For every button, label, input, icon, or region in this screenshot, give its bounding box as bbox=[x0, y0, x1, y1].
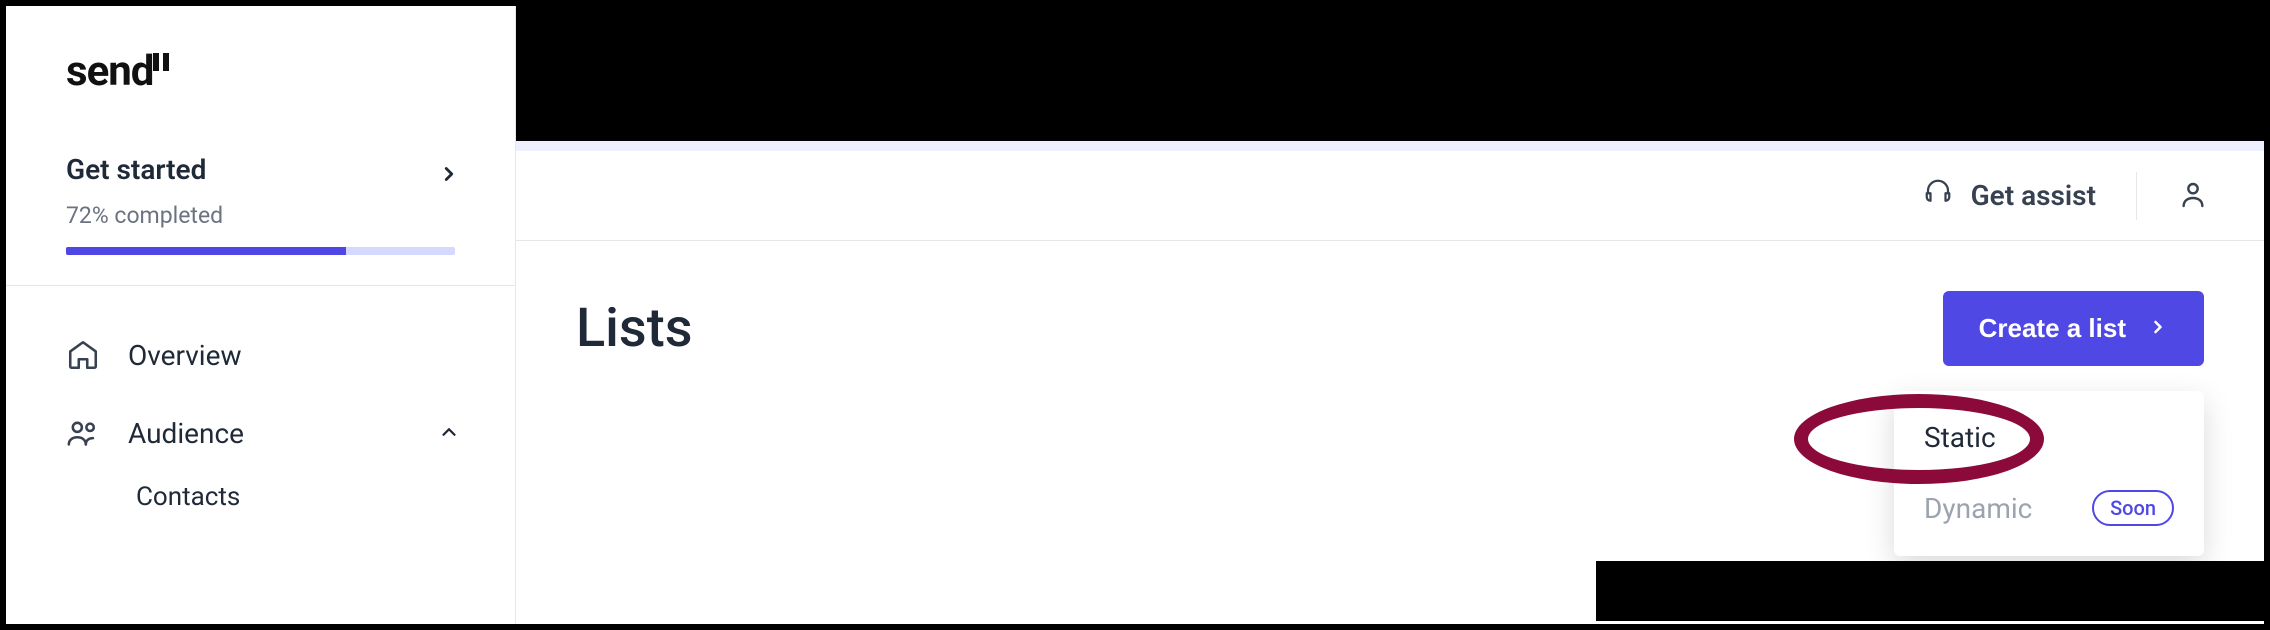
home-icon bbox=[66, 338, 100, 372]
user-avatar-button[interactable] bbox=[2177, 178, 2209, 214]
chevron-up-icon bbox=[438, 417, 460, 450]
get-started-title: Get started bbox=[66, 153, 455, 186]
dropdown-item-label: Static bbox=[1924, 421, 1996, 454]
create-list-button[interactable]: Create a list bbox=[1943, 291, 2204, 366]
sidebar-item-label: Overview bbox=[128, 339, 242, 372]
dropdown-item-label: Dynamic bbox=[1924, 492, 2032, 525]
user-icon bbox=[2177, 195, 2209, 214]
sidebar-item-label: Contacts bbox=[136, 482, 240, 512]
redaction-block bbox=[1596, 561, 2270, 621]
get-started-card[interactable]: Get started 72% completed bbox=[6, 123, 515, 286]
logo-ticks-icon bbox=[153, 53, 169, 71]
top-black-bar bbox=[511, 6, 2264, 141]
progress-fill bbox=[66, 247, 346, 255]
get-assist-button[interactable]: Get assist bbox=[1923, 177, 2096, 214]
accent-stripe bbox=[516, 141, 2264, 151]
dropdown-item-static[interactable]: Static bbox=[1894, 403, 2204, 472]
sidebar: send Get started 72% completed Overview … bbox=[6, 6, 516, 624]
sidebar-item-overview[interactable]: Overview bbox=[6, 316, 515, 394]
main: Get assist Lists Create a list Static Dy… bbox=[516, 141, 2264, 624]
dropdown-item-dynamic: Dynamic Soon bbox=[1894, 472, 2204, 544]
page-title: Lists bbox=[576, 297, 693, 360]
headset-icon bbox=[1923, 177, 1953, 214]
create-list-dropdown: Static Dynamic Soon bbox=[1894, 391, 2204, 556]
chevron-right-icon bbox=[2148, 313, 2168, 344]
get-started-subtitle: 72% completed bbox=[66, 202, 455, 229]
soon-badge: Soon bbox=[2092, 490, 2174, 526]
divider bbox=[2136, 172, 2137, 220]
progress-track bbox=[66, 247, 455, 255]
sidebar-item-contacts[interactable]: Contacts bbox=[6, 472, 515, 522]
sidebar-item-label: Audience bbox=[128, 417, 244, 450]
assist-label: Get assist bbox=[1971, 179, 2096, 212]
nav: Overview Audience Contacts bbox=[6, 286, 515, 552]
sidebar-item-audience[interactable]: Audience bbox=[6, 394, 515, 472]
logo: send bbox=[6, 6, 515, 123]
topbar: Get assist bbox=[516, 151, 2264, 241]
create-list-label: Create a list bbox=[1979, 313, 2126, 344]
page-header: Lists Create a list bbox=[516, 241, 2264, 366]
logo-text: send bbox=[66, 51, 153, 93]
people-icon bbox=[66, 416, 100, 450]
chevron-right-icon bbox=[438, 163, 460, 189]
